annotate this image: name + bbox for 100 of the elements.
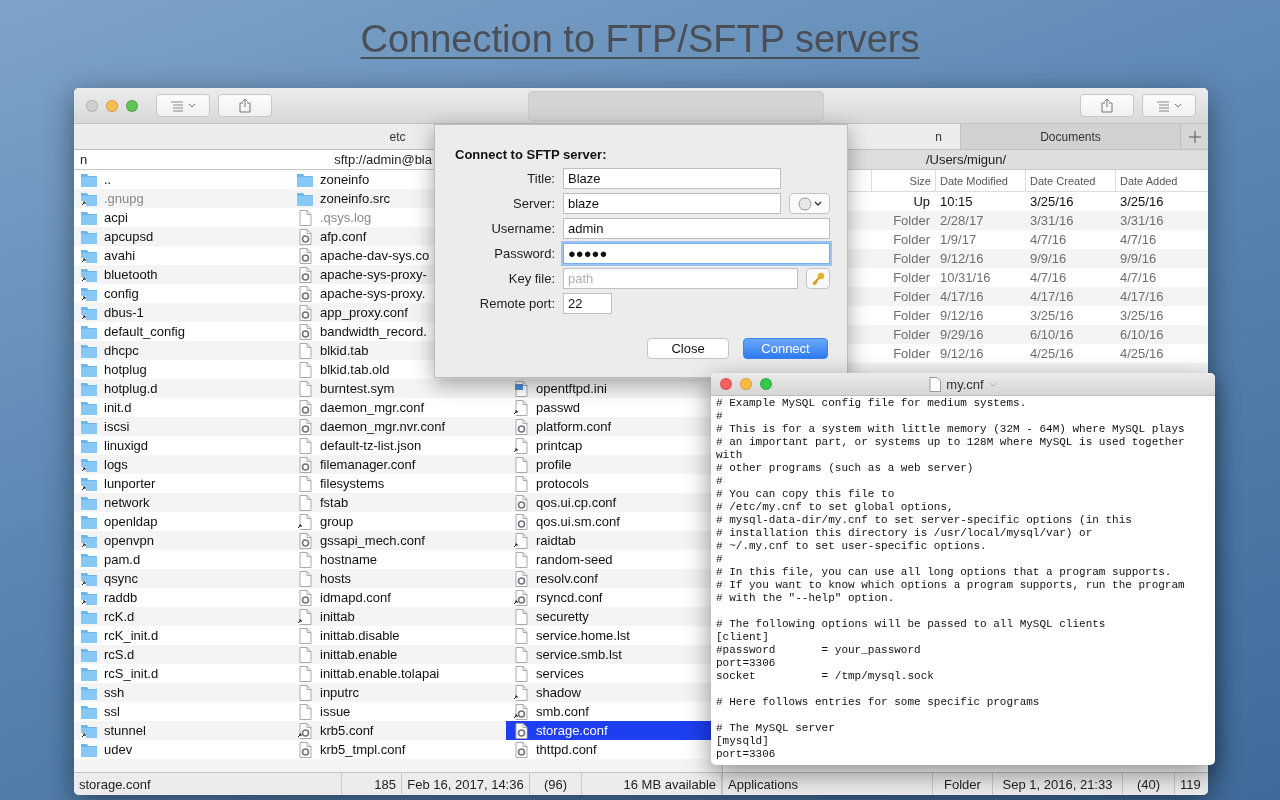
column-header[interactable]: Date Modified xyxy=(935,170,1025,191)
server-menu-button[interactable] xyxy=(789,193,830,214)
file-item[interactable]: daemon_mgr.nvr.conf xyxy=(290,417,452,436)
file-item[interactable]: platform.conf xyxy=(506,417,618,436)
file-item[interactable]: dhcpc xyxy=(74,341,145,360)
file-item[interactable]: securetty xyxy=(506,607,595,626)
add-tab-icon[interactable] xyxy=(1189,130,1201,143)
file-item[interactable]: zoneinfo xyxy=(290,170,376,189)
file-item[interactable]: blkid.tab.old xyxy=(290,360,396,379)
file-item[interactable]: acpi xyxy=(74,208,134,227)
file-item[interactable]: printcap xyxy=(506,436,589,455)
window-control[interactable] xyxy=(126,99,138,112)
share-button[interactable] xyxy=(1080,94,1134,117)
file-item[interactable]: lunporter xyxy=(74,474,162,493)
input-field[interactable]: blaze xyxy=(563,193,781,214)
file-item[interactable]: raidtab xyxy=(506,531,582,550)
file-item[interactable]: apache-sys-proxy. xyxy=(290,284,432,303)
file-item[interactable]: group xyxy=(290,512,360,531)
column-header[interactable]: Date Added xyxy=(1115,170,1208,191)
file-item[interactable]: thttpd.conf xyxy=(506,740,603,759)
file-item[interactable]: apache-sys-proxy- xyxy=(290,265,433,284)
address-field[interactable] xyxy=(528,90,824,121)
file-item[interactable]: apache-dav-sys.co xyxy=(290,246,436,265)
file-item[interactable]: logs xyxy=(74,455,134,474)
file-item[interactable]: filesystems xyxy=(290,474,391,493)
file-item[interactable]: .. xyxy=(74,170,118,189)
file-item[interactable]: inittab.enable.tolapai xyxy=(290,664,446,683)
file-item[interactable]: gssapi_mech.conf xyxy=(290,531,431,550)
file-item[interactable]: rcS.d xyxy=(74,645,141,664)
window-control[interactable] xyxy=(760,378,772,390)
file-item[interactable]: filemanager.conf xyxy=(290,455,422,474)
file-item[interactable]: bluetooth xyxy=(74,265,164,284)
file-item[interactable]: bandwidth_record. xyxy=(290,322,433,341)
file-item[interactable]: avahi xyxy=(74,246,142,265)
file-item[interactable]: zoneinfo.src xyxy=(290,189,397,208)
file-item[interactable]: rsyncd.conf xyxy=(506,588,609,607)
view-button[interactable] xyxy=(1142,94,1196,117)
file-item[interactable]: default_config xyxy=(74,322,191,341)
file-item[interactable]: qos.ui.sm.conf xyxy=(506,512,626,531)
file-item[interactable]: services xyxy=(506,664,590,683)
file-item[interactable]: blkid.tab xyxy=(290,341,375,360)
file-item[interactable]: hosts xyxy=(290,569,358,588)
window-control[interactable] xyxy=(720,378,732,390)
file-item[interactable]: iscsi xyxy=(74,417,136,436)
file-item[interactable]: krb5_tmpl.conf xyxy=(290,740,412,759)
file-item[interactable]: rcS_init.d xyxy=(74,664,165,683)
file-item[interactable]: smb.conf xyxy=(506,702,595,721)
file-item[interactable]: daemon_mgr.conf xyxy=(290,398,431,417)
file-item[interactable]: hotplug.d xyxy=(74,379,164,398)
file-item[interactable]: profile xyxy=(506,455,578,474)
file-item[interactable]: resolv.conf xyxy=(506,569,604,588)
file-item[interactable]: idmapd.conf xyxy=(290,588,397,607)
file-item[interactable]: linuxigd xyxy=(74,436,155,455)
file-item[interactable]: stunnel xyxy=(74,721,152,740)
file-item[interactable]: openldap xyxy=(74,512,164,531)
file-item[interactable]: apcupsd xyxy=(74,227,160,246)
input-field[interactable]: path xyxy=(563,268,798,289)
column-header[interactable]: Size xyxy=(871,170,935,191)
file-item[interactable]: openvpn xyxy=(74,531,160,550)
file-item[interactable]: pam.d xyxy=(74,550,147,569)
file-item[interactable]: random-seed xyxy=(506,550,619,569)
file-item[interactable]: burntest.sym xyxy=(290,379,401,398)
file-item[interactable]: krb5.conf xyxy=(290,721,380,740)
file-item[interactable]: udev xyxy=(74,740,139,759)
view-button[interactable] xyxy=(156,94,210,117)
file-item[interactable]: issue xyxy=(290,702,357,721)
dialog-button[interactable]: Close xyxy=(647,338,729,359)
window-control[interactable] xyxy=(740,378,752,390)
window-control[interactable] xyxy=(106,99,118,112)
input-field[interactable]: ●●●●● xyxy=(563,243,830,264)
key-button[interactable] xyxy=(806,268,830,289)
file-item[interactable]: protocols xyxy=(506,474,595,493)
file-item[interactable]: config xyxy=(74,284,145,303)
file-item[interactable]: passwd xyxy=(506,398,587,417)
input-field[interactable]: Blaze xyxy=(563,168,781,189)
file-item[interactable]: network xyxy=(74,493,156,512)
input-field[interactable]: admin xyxy=(563,218,830,239)
file-item[interactable]: raddb xyxy=(74,588,144,607)
file-item[interactable]: rcK.d xyxy=(74,607,141,626)
file-item[interactable]: .qsys.log xyxy=(290,208,378,227)
file-item[interactable]: shadow xyxy=(506,683,587,702)
file-item[interactable]: hostname xyxy=(290,550,384,569)
file-item[interactable]: rcK_init.d xyxy=(74,626,165,645)
file-item[interactable]: dbus-1 xyxy=(74,303,150,322)
tab[interactable]: Documents xyxy=(961,124,1181,149)
file-item[interactable]: fstab xyxy=(290,493,355,512)
file-item[interactable]: afp.conf xyxy=(290,227,373,246)
file-item[interactable]: storage.conf xyxy=(506,721,711,740)
file-item[interactable]: ssh xyxy=(74,683,131,702)
file-item[interactable]: inputrc xyxy=(290,683,366,702)
file-item[interactable]: ssl xyxy=(74,702,126,721)
input-field[interactable]: 22 xyxy=(563,293,612,314)
file-item[interactable]: inittab xyxy=(290,607,361,626)
share-button[interactable] xyxy=(218,94,272,117)
file-item[interactable]: service.home.lst xyxy=(506,626,636,645)
file-item[interactable]: qos.ui.cp.conf xyxy=(506,493,623,512)
file-item[interactable]: hotplug xyxy=(74,360,153,379)
file-item[interactable]: service.smb.lst xyxy=(506,645,628,664)
file-item[interactable]: qsync xyxy=(74,569,144,588)
column-header[interactable]: Date Created xyxy=(1025,170,1115,191)
